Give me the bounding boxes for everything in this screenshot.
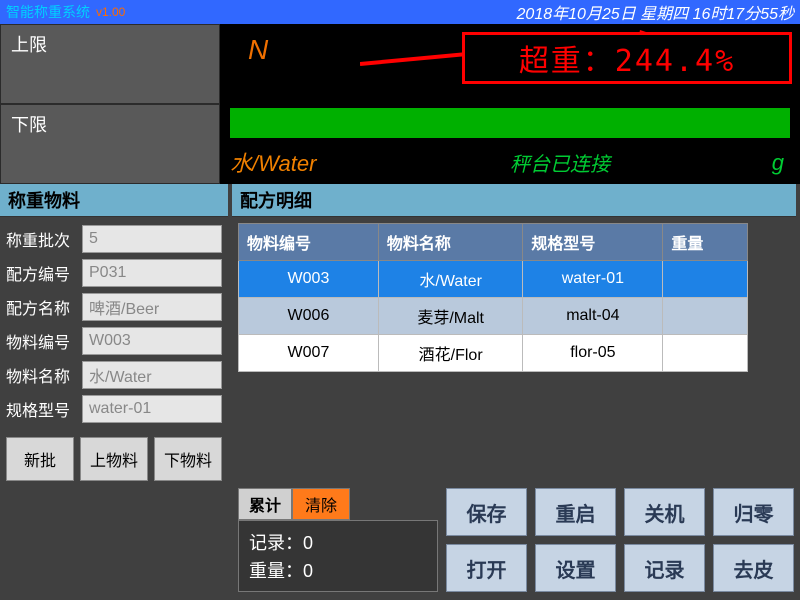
- lower-limit-label: 下限: [11, 111, 47, 137]
- right-panel: 配方明细 物料编号 物料名称 规格型号 重量 W003 水/Water wate…: [228, 184, 800, 600]
- lower-limit-cell: 下限: [0, 104, 220, 184]
- upper-limit-cell: 上限: [0, 24, 220, 104]
- material-no-input[interactable]: [82, 327, 222, 355]
- clear-button[interactable]: 清除: [292, 488, 350, 520]
- recipe-no-label: 配方编号: [6, 261, 78, 285]
- spec-input[interactable]: [82, 395, 222, 423]
- prev-material-button[interactable]: 上物料: [80, 437, 148, 481]
- tare-button[interactable]: 去皮: [713, 544, 794, 592]
- open-button[interactable]: 打开: [446, 544, 527, 592]
- action-buttons: 保存 重启 关机 归零 打开 设置 记录 去皮: [446, 488, 794, 592]
- table-row[interactable]: W006 麦芽/Malt malt-04: [239, 298, 748, 335]
- overweight-alert: 超重：244.4%: [462, 32, 792, 84]
- reboot-button[interactable]: 重启: [535, 488, 616, 536]
- left-panel: 称重物料 称重批次 配方编号 配方名称 物料编号 物料名称 规格型号 新批 上物…: [0, 184, 228, 600]
- table-row[interactable]: W003 水/Water water-01: [239, 261, 748, 298]
- totals-box: 累计 清除 记录：0 重量：0: [238, 488, 438, 592]
- batch-input[interactable]: [82, 225, 222, 253]
- progress-bar: [230, 108, 790, 138]
- new-batch-button[interactable]: 新批: [6, 437, 74, 481]
- records-line: 记录：0: [249, 529, 427, 555]
- save-button[interactable]: 保存: [446, 488, 527, 536]
- material-name-label: 物料名称: [6, 363, 78, 387]
- shutdown-button[interactable]: 关机: [624, 488, 705, 536]
- unit-label: g: [772, 150, 784, 176]
- weight-line: 重量：0: [249, 557, 427, 583]
- spec-label: 规格型号: [6, 397, 78, 421]
- scale-status: 秤台已连接: [510, 148, 610, 177]
- table-row[interactable]: W007 酒花/Flor flor-05: [239, 335, 748, 372]
- datetime: 2018年10月25日 星期四 16时17分55秒: [517, 0, 794, 24]
- next-material-button[interactable]: 下物料: [154, 437, 222, 481]
- batch-label: 称重批次: [6, 227, 78, 251]
- totals-label: 累计: [238, 488, 292, 520]
- indicator-n: N: [248, 34, 268, 66]
- col-weight: 重量: [663, 224, 748, 261]
- left-header: 称重物料: [0, 184, 228, 217]
- app-version: v1.00: [96, 5, 125, 19]
- material-name-input[interactable]: [82, 361, 222, 389]
- current-material: 水/Water: [230, 146, 316, 178]
- recipe-header: 配方明细: [232, 184, 796, 217]
- material-no-label: 物料编号: [6, 329, 78, 353]
- recipe-name-input[interactable]: [82, 293, 222, 321]
- recipe-table: 物料编号 物料名称 规格型号 重量 W003 水/Water water-01 …: [238, 223, 748, 372]
- limits-panel: 上限 下限: [0, 24, 220, 184]
- recipe-no-input[interactable]: [82, 259, 222, 287]
- settings-button[interactable]: 设置: [535, 544, 616, 592]
- col-material-no: 物料编号: [239, 224, 379, 261]
- col-spec: 规格型号: [523, 224, 663, 261]
- form-area: 称重批次 配方编号 配方名称 物料编号 物料名称 规格型号: [0, 217, 228, 427]
- upper-limit-label: 上限: [11, 31, 47, 57]
- zero-button[interactable]: 归零: [713, 488, 794, 536]
- records-button[interactable]: 记录: [624, 544, 705, 592]
- app-title: 智能称重系统: [6, 2, 90, 22]
- title-bar: 智能称重系统 v1.00 2018年10月25日 星期四 16时17分55秒: [0, 0, 800, 24]
- col-material-name: 物料名称: [378, 224, 523, 261]
- readout-panel: N 超重：244.4% 水/Water 秤台已连接 g: [220, 24, 800, 184]
- recipe-name-label: 配方名称: [6, 295, 78, 319]
